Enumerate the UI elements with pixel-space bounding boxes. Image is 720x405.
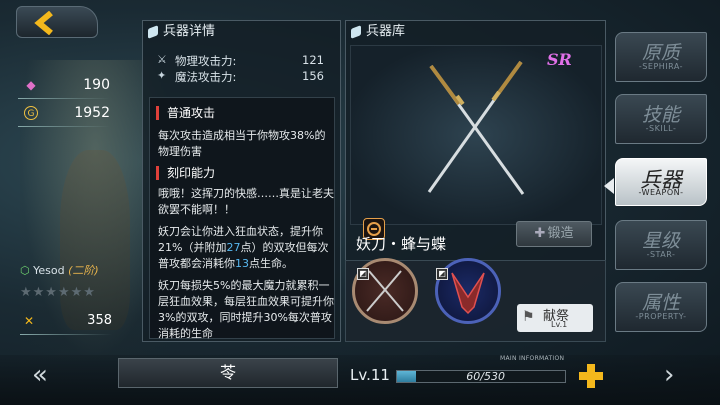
imprint-paragraph-1: 妖刀会让你进入狂血状态，提升你21%（并附加27点）的双攻但每次普攻都会消耗你1… bbox=[158, 225, 329, 270]
offer-icon: ⚑ bbox=[522, 309, 535, 325]
imprint-heading: 刻印能力 bbox=[156, 166, 215, 180]
tab-property[interactable]: 属性 -PROPERTY- bbox=[615, 282, 707, 332]
offer-level: Lv.1 bbox=[551, 320, 568, 329]
wand-icon: ✦ bbox=[157, 69, 167, 82]
character-body bbox=[60, 150, 130, 330]
cross-swords-icon: ✕ bbox=[23, 314, 35, 328]
cube-icon bbox=[351, 25, 361, 39]
back-arrow-icon bbox=[34, 11, 53, 35]
offer-button[interactable]: ⚑ 献祭 Lv.1 bbox=[517, 304, 593, 332]
forge-plus-icon: ✚ bbox=[534, 226, 546, 241]
weapon-display: SR bbox=[350, 45, 602, 240]
power-stat: ✕ 358 bbox=[20, 312, 112, 335]
phys-attack-row: ⚔ 物理攻击力: 121 bbox=[157, 53, 324, 69]
weapon-description: 普通攻击 每次攻击造成相当于你物攻38%的物理伤害 刻印能力 哦哦！这挥刀的快感… bbox=[149, 97, 335, 340]
forge-button[interactable]: ✚ 锻造 bbox=[516, 221, 592, 247]
power-value: 358 bbox=[87, 313, 112, 328]
phys-attack-label: 物理攻击力: bbox=[175, 54, 237, 68]
coin-icon: G bbox=[24, 106, 38, 120]
rarity-badge: SR bbox=[547, 50, 572, 69]
weapon-name: 妖刀・蜂与蝶 bbox=[356, 235, 447, 253]
magic-attack-label: 魔法攻击力: bbox=[175, 70, 237, 84]
cube-icon bbox=[148, 25, 158, 39]
armory-title: 兵器库 bbox=[346, 21, 605, 43]
tab-skill[interactable]: 技能 -SKILL- bbox=[615, 94, 707, 144]
active-tab-pointer-icon bbox=[604, 178, 614, 194]
character-name-box: 苓 bbox=[118, 358, 338, 388]
xp-fill bbox=[397, 371, 416, 382]
back-button[interactable] bbox=[16, 6, 98, 38]
add-xp-button[interactable] bbox=[578, 363, 604, 389]
character-level: Lv.11 bbox=[350, 366, 390, 384]
character-name: 苓 bbox=[219, 363, 236, 382]
sword-icon: ⚔ bbox=[157, 53, 167, 66]
unit-name: Yesod bbox=[33, 264, 65, 277]
unit-rank: (二阶) bbox=[68, 264, 99, 277]
coin-value: 1952 bbox=[74, 105, 110, 121]
unit-label: ⬡ Yesod (二阶) bbox=[20, 262, 99, 278]
normal-attack-text: 每次攻击造成相当于你物攻38%的物理伤害 bbox=[158, 129, 326, 158]
imprint-quote: 哦哦！这挥刀的快感……真是让老夫欲罢不能啊！！ bbox=[158, 187, 334, 216]
crossed-katanas-icon bbox=[427, 60, 525, 195]
previous-character-icon[interactable]: « bbox=[32, 360, 48, 390]
slot-marker-icon: ◩ bbox=[436, 268, 448, 280]
phys-attack-value: 121 bbox=[302, 53, 324, 67]
slot-marker-icon: ◩ bbox=[357, 268, 369, 280]
crystal-icon: ◆ bbox=[26, 78, 36, 92]
crystal-stat: ◆ 190 bbox=[18, 76, 110, 99]
unit-icon: ⬡ bbox=[20, 264, 30, 277]
weapon-detail-panel: 兵器详情 ⚔ 物理攻击力: 121 ✦ 魔法攻击力: 156 普通攻击 每次攻击… bbox=[142, 20, 341, 342]
tab-weapon[interactable]: 兵器 -WEAPON- bbox=[615, 158, 707, 206]
main-information-label: MAIN INFORMATION bbox=[500, 355, 565, 362]
crystal-value: 190 bbox=[83, 77, 110, 93]
magic-attack-row: ✦ 魔法攻击力: 156 bbox=[157, 69, 324, 85]
magic-attack-value: 156 bbox=[302, 69, 324, 83]
tab-star[interactable]: 星级 -STAR- bbox=[615, 220, 707, 270]
coin-stat: G 1952 bbox=[18, 104, 110, 127]
xp-text: 60/530 bbox=[466, 370, 505, 383]
xp-bar: 60/530 bbox=[396, 370, 566, 383]
weapon-detail-title: 兵器详情 bbox=[143, 21, 340, 43]
next-character-icon[interactable]: › bbox=[664, 360, 674, 390]
imprint-paragraph-2: 妖刀每损失5%的最大魔力就累积一层狂血效果，每层狂血效果可提升你3%的双攻，同时… bbox=[158, 279, 334, 340]
star-rating: ★★★★★★ bbox=[20, 285, 96, 300]
tab-sephira[interactable]: 原质 -SEPHIRA- bbox=[615, 32, 707, 82]
normal-attack-heading: 普通攻击 bbox=[156, 106, 215, 120]
